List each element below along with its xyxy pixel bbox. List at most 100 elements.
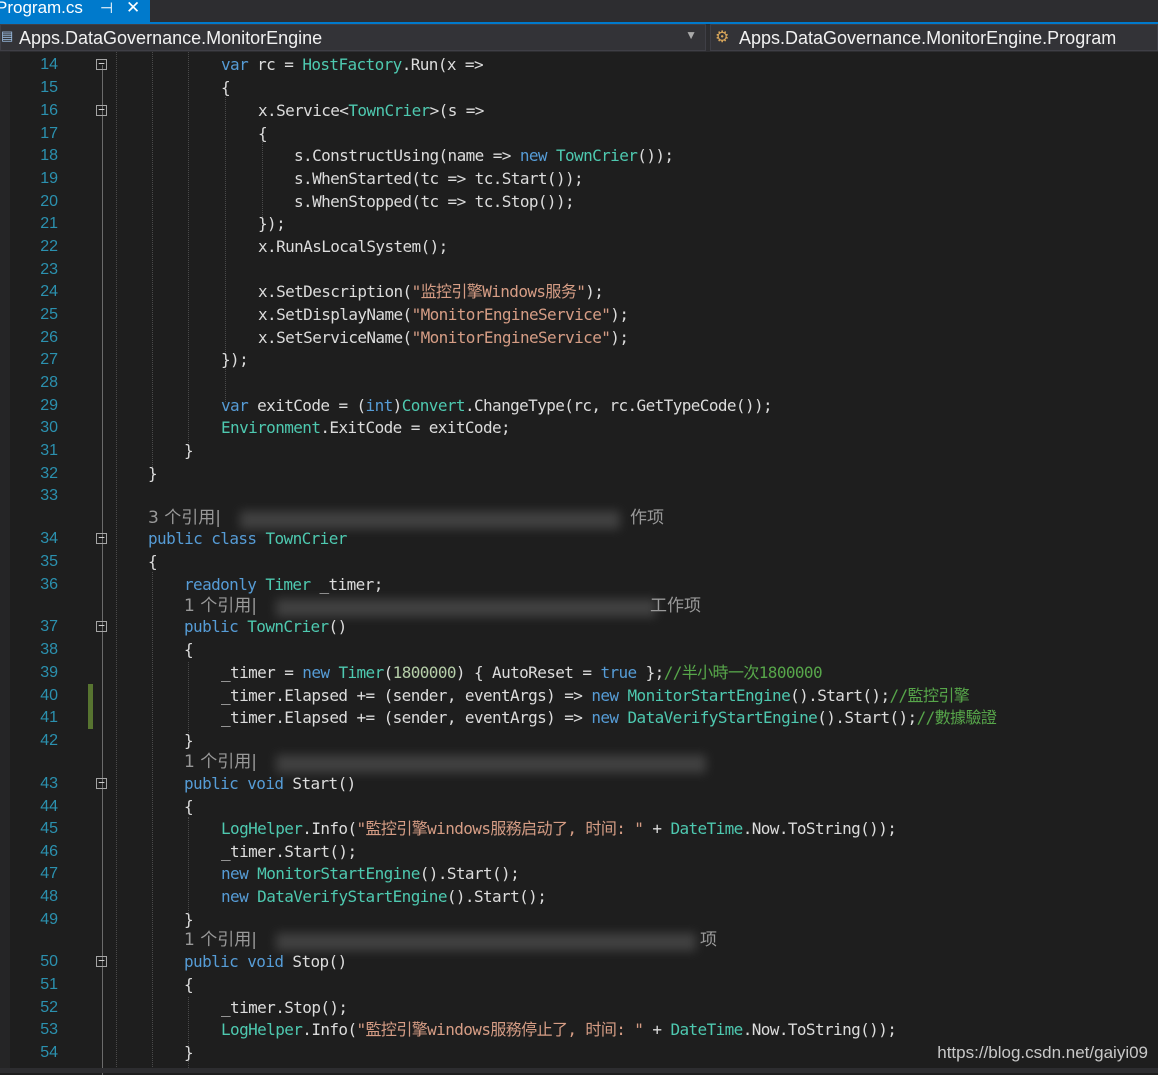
- line-number: 28: [40, 374, 58, 391]
- code-line: 48 new DataVerifyStartEngine().Start();: [0, 886, 1158, 908]
- code-text[interactable]: });: [258, 213, 286, 235]
- pin-icon[interactable]: ⊣: [100, 0, 113, 19]
- code-text[interactable]: x.Service<TownCrier>(s =>: [258, 100, 484, 122]
- code-text[interactable]: x.RunAsLocalSystem();: [258, 236, 448, 258]
- code-line: 50 − public void Stop(): [0, 951, 1158, 973]
- line-number: 46: [40, 843, 58, 860]
- code-text[interactable]: LogHelper.Info("監控引擎windows服務启动了, 时间: " …: [221, 818, 897, 840]
- line-number: 23: [40, 261, 58, 278]
- code-line: 26 x.SetServiceName("MonitorEngineServic…: [0, 327, 1158, 349]
- code-text[interactable]: _timer = new Timer(1800000) { AutoReset …: [221, 662, 823, 684]
- class-icon: ⚙: [715, 29, 730, 46]
- code-text[interactable]: });: [221, 349, 249, 371]
- code-text[interactable]: {: [221, 77, 231, 99]
- code-text[interactable]: _timer.Start();: [221, 841, 357, 863]
- member-dropdown[interactable]: ⚙ Apps.DataGovernance.MonitorEngine.Prog…: [710, 24, 1158, 51]
- code-text[interactable]: s.WhenStopped(tc => tc.Stop());: [294, 191, 575, 213]
- code-text[interactable]: s.WhenStarted(tc => tc.Start());: [294, 168, 584, 190]
- line-number: 27: [40, 351, 58, 368]
- line-number: 18: [40, 147, 58, 164]
- code-text[interactable]: var exitCode = (int)Convert.ChangeType(r…: [221, 395, 773, 417]
- code-text[interactable]: _timer.Elapsed += (sender, eventArgs) =>…: [221, 685, 970, 707]
- code-line: 16 − x.Service<TownCrier>(s =>: [0, 100, 1158, 122]
- collapse-icon[interactable]: −: [96, 955, 107, 967]
- code-line: 30 Environment.ExitCode = exitCode;: [0, 417, 1158, 439]
- code-line: 32 }: [0, 463, 1158, 485]
- code-editor[interactable]: 14 − var rc = HostFactory.Run(x => 15 { …: [0, 52, 1158, 1075]
- code-line: 24 x.SetDescription("监控引擎Windows服务");: [0, 281, 1158, 303]
- line-number: 43: [40, 775, 58, 792]
- code-line: 15 {: [0, 77, 1158, 99]
- line-number: 54: [40, 1044, 58, 1061]
- line-number: 29: [40, 397, 58, 414]
- code-text[interactable]: s.ConstructUsing(name => new TownCrier()…: [294, 145, 674, 167]
- code-text[interactable]: _timer.Stop();: [221, 997, 348, 1019]
- code-line: 31 }: [0, 440, 1158, 462]
- code-text[interactable]: new DataVerifyStartEngine().Start();: [221, 886, 547, 908]
- line-number: 37: [40, 618, 58, 635]
- code-line: 34 − public class TownCrier: [0, 528, 1158, 550]
- code-text[interactable]: new MonitorStartEngine().Start();: [221, 863, 520, 885]
- code-text[interactable]: {: [184, 796, 194, 818]
- code-text[interactable]: LogHelper.Info("監控引擎windows服務停止了, 时间: " …: [221, 1019, 897, 1041]
- codelens-references[interactable]: 1 个引用|: [184, 751, 257, 773]
- code-text[interactable]: }: [184, 909, 194, 931]
- code-text[interactable]: readonly Timer _timer;: [184, 574, 383, 596]
- line-number: 21: [40, 215, 58, 232]
- line-number: 33: [40, 487, 58, 504]
- codelens-tail: 作项: [630, 508, 664, 528]
- line-number: 53: [40, 1021, 58, 1038]
- line-number: 17: [40, 125, 58, 142]
- code-text[interactable]: {: [184, 974, 194, 996]
- code-line: 44 {: [0, 796, 1158, 818]
- collapse-icon[interactable]: −: [96, 620, 107, 632]
- code-line: 53 LogHelper.Info("監控引擎windows服務停止了, 时间:…: [0, 1019, 1158, 1041]
- code-text[interactable]: public void Start(): [184, 773, 356, 795]
- collapse-icon[interactable]: −: [96, 58, 107, 70]
- chevron-down-icon[interactable]: ▼: [685, 28, 697, 42]
- code-text[interactable]: }: [184, 1042, 194, 1064]
- codelens-references[interactable]: 1 个引用|: [184, 929, 257, 951]
- code-line: 23: [0, 259, 1158, 281]
- codelens-references[interactable]: 3 个引用|: [148, 507, 221, 529]
- code-text[interactable]: }: [148, 463, 158, 485]
- code-text[interactable]: }: [184, 730, 194, 752]
- collapse-icon[interactable]: −: [96, 532, 107, 544]
- code-text[interactable]: {: [148, 551, 158, 573]
- line-number: 40: [40, 687, 58, 704]
- code-text[interactable]: public TownCrier(): [184, 616, 347, 638]
- code-text[interactable]: Environment.ExitCode = exitCode;: [221, 417, 511, 439]
- code-text[interactable]: public void Stop(): [184, 951, 347, 973]
- collapse-icon[interactable]: −: [96, 777, 107, 789]
- code-text[interactable]: public class TownCrier: [148, 528, 347, 550]
- code-text[interactable]: _timer.Elapsed += (sender, eventArgs) =>…: [221, 707, 997, 729]
- code-text[interactable]: {: [258, 123, 268, 145]
- line-number: 42: [40, 732, 58, 749]
- code-line: 20 s.WhenStopped(tc => tc.Stop());: [0, 191, 1158, 213]
- code-line: 45 LogHelper.Info("監控引擎windows服務启动了, 时间:…: [0, 818, 1158, 840]
- collapse-icon[interactable]: −: [96, 104, 107, 116]
- line-number: 39: [40, 664, 58, 681]
- line-number: 35: [40, 553, 58, 570]
- code-text[interactable]: x.SetDescription("监控引擎Windows服务");: [258, 281, 604, 303]
- tab-program-cs[interactable]: Program.cs ⊣ ✕: [0, 0, 150, 22]
- line-number: 45: [40, 820, 58, 837]
- code-line: 17 {: [0, 123, 1158, 145]
- codelens-references[interactable]: 1 个引用|: [184, 595, 257, 617]
- code-text[interactable]: {: [184, 639, 194, 661]
- namespace-dropdown[interactable]: ▤ Apps.DataGovernance.MonitorEngine ▼: [0, 24, 706, 51]
- code-line: 40 _timer.Elapsed += (sender, eventArgs)…: [0, 685, 1158, 707]
- blurred-codelens: [276, 755, 706, 773]
- code-text[interactable]: x.SetServiceName("MonitorEngineService")…: [258, 327, 629, 349]
- code-text[interactable]: x.SetDisplayName("MonitorEngineService")…: [258, 304, 629, 326]
- codelens-tail: 项: [700, 930, 717, 950]
- blurred-codelens: [276, 599, 656, 617]
- line-number: 51: [40, 976, 58, 993]
- code-text[interactable]: var rc = HostFactory.Run(x =>: [221, 54, 484, 76]
- close-icon[interactable]: ✕: [126, 0, 140, 18]
- line-number: 44: [40, 798, 58, 815]
- horizontal-scrollbar[interactable]: [0, 1068, 1158, 1073]
- code-line: 27 });: [0, 349, 1158, 371]
- code-text[interactable]: }: [184, 440, 194, 462]
- code-line: 35 {: [0, 551, 1158, 573]
